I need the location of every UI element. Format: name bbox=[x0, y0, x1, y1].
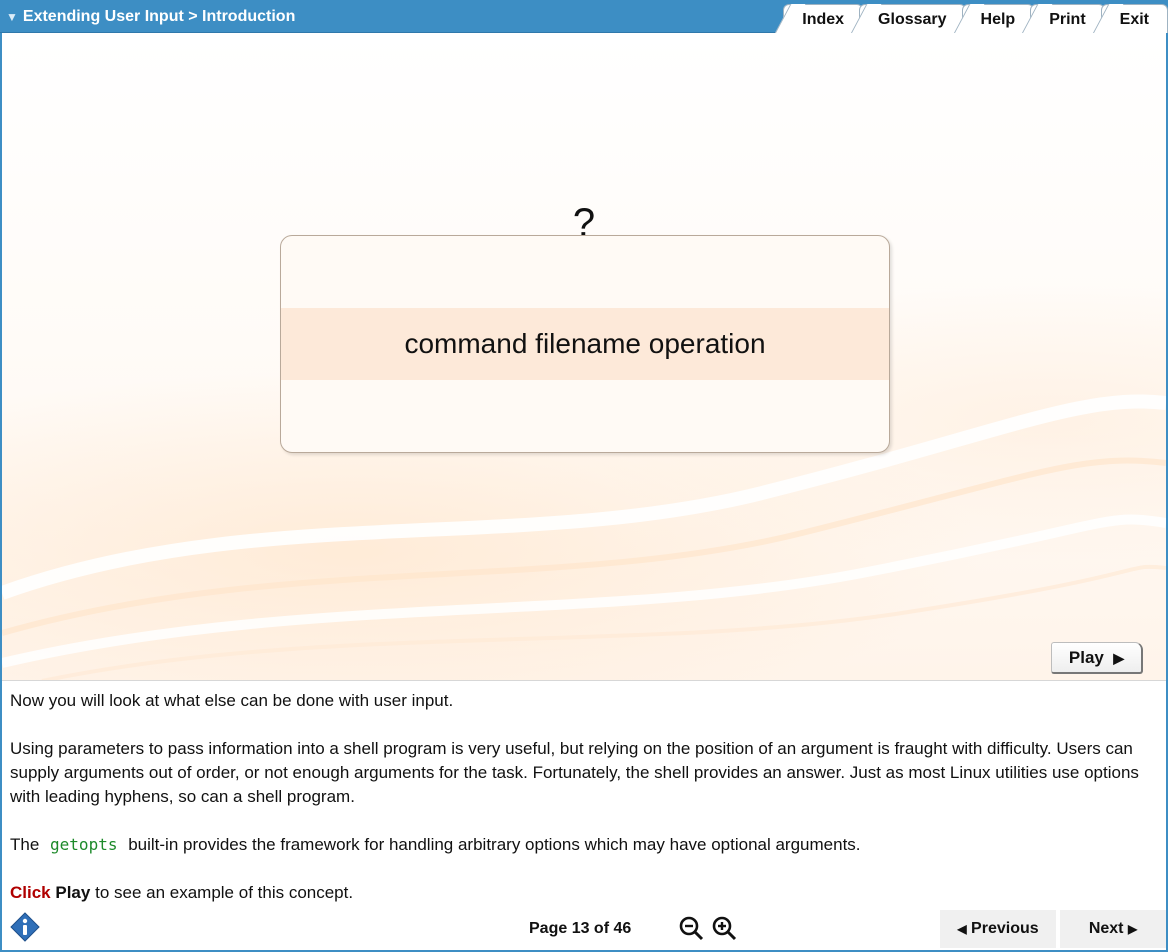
tab-bar: Index Glossary Help Print Exit bbox=[783, 4, 1168, 33]
lesson-paragraph-3: The getopts built-in provides the framew… bbox=[10, 833, 1150, 857]
tab-exit[interactable]: Exit bbox=[1100, 4, 1168, 33]
breadcrumb[interactable]: ▼ Extending User Input > Introduction bbox=[6, 8, 295, 26]
play-button[interactable]: Play ▶ bbox=[1051, 642, 1143, 674]
next-arrow-icon: ▶ bbox=[1127, 922, 1138, 936]
getopts-code: getopts bbox=[50, 835, 118, 854]
page-indicator: Page 13 of 46 bbox=[529, 920, 632, 937]
lesson-paragraph-1: Now you will look at what else can be do… bbox=[10, 691, 454, 710]
tab-glossary-label: Glossary bbox=[878, 11, 947, 28]
tab-print[interactable]: Print bbox=[1030, 4, 1105, 33]
para4-after: to see an example of this concept. bbox=[95, 883, 354, 902]
collapse-triangle-icon[interactable]: ▼ bbox=[6, 10, 18, 24]
lesson-paragraph-4: Click Play to see an example of this con… bbox=[10, 881, 1150, 905]
demo-stage: ? command filename operation Play ▶ bbox=[2, 33, 1166, 681]
previous-label: Previous bbox=[971, 920, 1039, 937]
previous-button[interactable]: ◀ Previous bbox=[940, 910, 1056, 948]
zoom-out-icon[interactable] bbox=[678, 915, 704, 941]
lesson-text: Now you will look at what else can be do… bbox=[10, 689, 1150, 929]
para3-after: built-in provides the framework for hand… bbox=[128, 835, 861, 854]
tab-exit-label: Exit bbox=[1119, 11, 1149, 28]
breadcrumb-text: Extending User Input > Introduction bbox=[22, 8, 296, 25]
click-word: Click bbox=[10, 883, 51, 902]
zoom-in-icon[interactable] bbox=[711, 915, 737, 941]
play-arrow-icon: ▶ bbox=[1113, 650, 1125, 666]
top-bar: ▼ Extending User Input > Introduction In… bbox=[0, 0, 1168, 33]
play-button-label: Play bbox=[1068, 648, 1104, 667]
command-band: command filename operation bbox=[281, 308, 889, 380]
tab-index-label: Index bbox=[802, 11, 845, 28]
next-label: Next bbox=[1088, 920, 1124, 937]
tab-help-label: Help bbox=[980, 11, 1016, 28]
previous-arrow-icon: ◀ bbox=[957, 922, 967, 936]
tab-glossary[interactable]: Glossary bbox=[859, 4, 966, 33]
next-button[interactable]: Next ▶ bbox=[1060, 910, 1166, 948]
tab-index[interactable]: Index bbox=[783, 4, 864, 33]
tab-print-label: Print bbox=[1049, 11, 1086, 28]
para3-before: The bbox=[10, 835, 40, 854]
command-syntax-text: command filename operation bbox=[404, 328, 766, 359]
command-syntax-box: command filename operation bbox=[280, 235, 890, 453]
play-word: Play bbox=[55, 883, 91, 902]
lesson-paragraph-2: Using parameters to pass information int… bbox=[10, 739, 1139, 806]
info-icon[interactable] bbox=[10, 912, 40, 942]
